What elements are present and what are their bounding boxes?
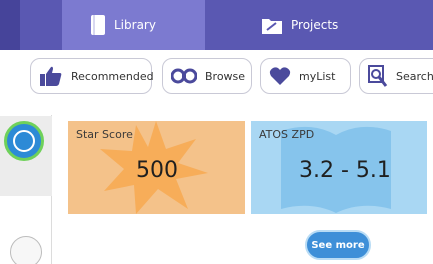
- avatar-ring-icon: [13, 130, 35, 152]
- tab-library[interactable]: Library: [62, 0, 205, 50]
- star-score-label: Star Score: [76, 128, 133, 141]
- top-tab-bar: Library Projects: [0, 0, 433, 50]
- binoculars-icon: [171, 68, 197, 84]
- folder-icon: [262, 19, 282, 34]
- filter-bar: Recommended Browse myList Search: [0, 50, 433, 104]
- search-icon: [368, 65, 388, 87]
- heart-icon: [269, 67, 291, 85]
- tab-bar-edge: [0, 0, 20, 50]
- recommended-label: Recommended: [71, 69, 154, 83]
- browse-label: Browse: [205, 69, 246, 83]
- tab-projects-label: Projects: [291, 18, 339, 32]
- star-score-value: 500: [136, 158, 178, 183]
- search-label: Search: [396, 69, 433, 83]
- profile-avatar-button[interactable]: [4, 121, 44, 161]
- see-more-button[interactable]: See more: [305, 230, 371, 260]
- atos-zpd-value: 3.2 - 5.1: [299, 158, 391, 183]
- tab-library-label: Library: [114, 18, 156, 32]
- mylist-button[interactable]: myList: [260, 58, 351, 94]
- recommended-button[interactable]: Recommended: [30, 58, 154, 94]
- mylist-label: myList: [299, 69, 336, 83]
- browse-button[interactable]: Browse: [162, 58, 252, 94]
- atos-zpd-card: ATOS ZPD 3.2 - 5.1: [251, 121, 427, 214]
- thumbs-up-icon: [40, 66, 62, 86]
- search-button[interactable]: Search: [359, 58, 433, 94]
- book-icon: [91, 15, 105, 35]
- tab-projects[interactable]: Projects: [205, 0, 381, 50]
- sidebar-circle-button[interactable]: [10, 236, 42, 264]
- atos-zpd-label: ATOS ZPD: [259, 128, 315, 141]
- star-score-card: Star Score 500: [68, 121, 245, 214]
